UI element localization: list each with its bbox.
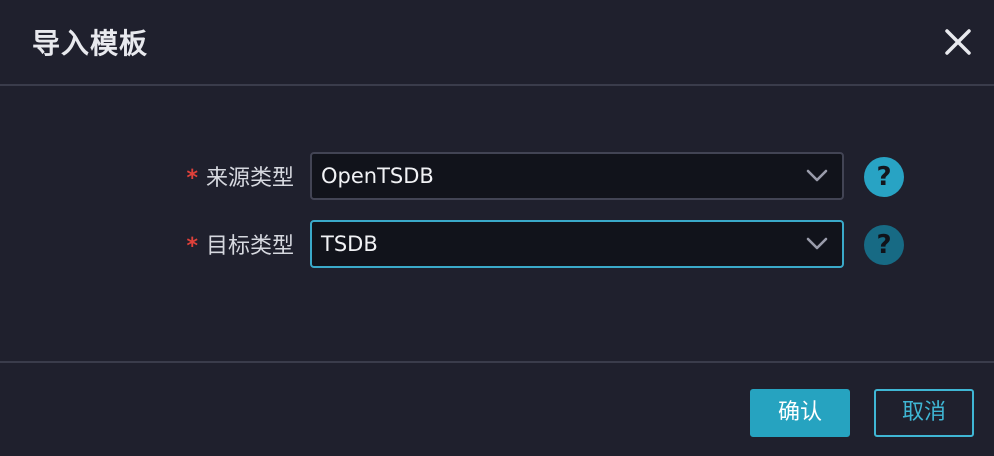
chevron-down-icon bbox=[806, 237, 828, 250]
dialog-header: 导入模板 bbox=[0, 0, 994, 86]
confirm-button[interactable]: 确认 bbox=[750, 389, 850, 437]
target-type-help-icon[interactable]: ? bbox=[864, 225, 904, 265]
target-type-select[interactable]: TSDB bbox=[310, 220, 844, 268]
dialog-title: 导入模板 bbox=[32, 27, 149, 60]
close-button[interactable] bbox=[938, 22, 978, 62]
source-type-select[interactable]: OpenTSDB bbox=[310, 152, 844, 200]
target-type-value: TSDB bbox=[321, 232, 378, 256]
source-type-label: * 来源类型 bbox=[186, 160, 294, 192]
target-type-label-text: 目标类型 bbox=[205, 234, 294, 259]
dialog-footer: 确认 取消 bbox=[0, 361, 994, 456]
form-row-source-type: * 来源类型 OpenTSDB ? bbox=[0, 152, 994, 200]
required-mark: * bbox=[186, 234, 198, 259]
close-icon bbox=[945, 29, 971, 55]
chevron-down-icon bbox=[806, 169, 828, 182]
required-mark: * bbox=[186, 166, 198, 191]
cancel-button[interactable]: 取消 bbox=[874, 389, 974, 437]
form-row-target-type: * 目标类型 TSDB ? bbox=[0, 220, 994, 268]
source-type-label-text: 来源类型 bbox=[205, 166, 294, 191]
source-type-help-icon[interactable]: ? bbox=[864, 157, 904, 197]
import-template-dialog: 导入模板 * 来源类型 OpenTSDB ? * 目标类型 TSDB ? 确认 … bbox=[0, 0, 994, 456]
target-type-label: * 目标类型 bbox=[186, 228, 294, 260]
source-type-value: OpenTSDB bbox=[321, 164, 434, 188]
